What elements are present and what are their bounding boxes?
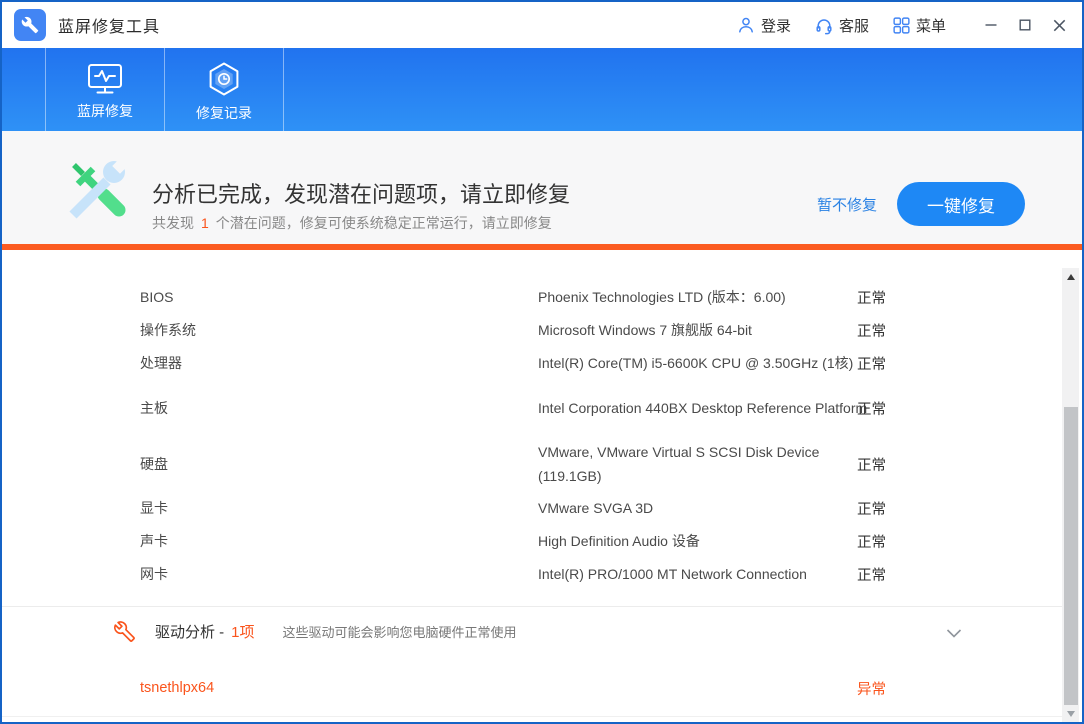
orange-divider [2,244,1082,250]
status-badge: 正常 [857,353,886,374]
driver-analysis-title: 驱动分析 - [155,621,224,642]
hardware-label: BIOS [140,289,538,305]
hardware-row-gpu: 显卡 VMware SVGA 3D 正常 [140,494,902,522]
menu-label: 菜单 [916,15,946,36]
issue-count: 1 [201,215,209,231]
hardware-value: Intel Corporation 440BX Desktop Referenc… [538,396,873,420]
hardware-value: VMware, VMware Virtual S SCSI Disk Devic… [538,440,873,488]
tab-label: 蓝屏修复 [77,103,133,119]
status-badge: 正常 [857,531,886,552]
one-click-fix-button[interactable]: 一键修复 [897,182,1025,226]
hardware-row-bios: BIOS Phoenix Technologies LTD (版本：6.00) … [140,283,902,311]
status-badge: 正常 [857,398,886,419]
close-button[interactable] [1052,18,1066,32]
hardware-value: Microsoft Windows 7 旗舰版 64-bit [538,318,873,342]
window-controls [984,18,1066,32]
maximize-button[interactable] [1018,18,1032,32]
hardware-row-disk: 硬盘 VMware, VMware Virtual S SCSI Disk De… [140,438,902,490]
support-label: 客服 [839,15,869,36]
scroll-up-arrow-icon[interactable] [1062,268,1079,285]
close-icon [1053,19,1066,32]
section-divider [2,606,1062,607]
minimize-button[interactable] [984,18,998,32]
driver-name: tsnethlpx64 [140,680,214,696]
hardware-value: VMware SVGA 3D [538,496,873,520]
monitor-pulse-icon [87,63,123,95]
hardware-row-audio: 声卡 High Definition Audio 设备 正常 [140,527,902,555]
subtitle-prefix: 共发现 [152,215,194,231]
login-button[interactable]: 登录 [737,15,791,36]
hardware-label: 声卡 [140,531,538,551]
scroll-down-arrow-icon[interactable] [1062,705,1079,722]
status-badge: 正常 [857,287,886,308]
scrollbar-thumb[interactable] [1064,407,1078,705]
status-badge: 正常 [857,320,886,341]
vertical-scrollbar[interactable] [1062,268,1079,722]
driver-item-row: tsnethlpx64 异常 [140,676,902,700]
hardware-row-motherboard: 主板 Intel Corporation 440BX Desktop Refer… [140,382,902,434]
tab-label: 修复记录 [196,105,252,121]
app-window: 蓝屏修复工具 登录 [0,0,1084,724]
support-button[interactable]: 客服 [815,15,869,36]
banner-subtitle: 共发现 1 个潜在问题，修复可使系统稳定正常运行，请立即修复 [152,213,552,233]
maximize-icon [1019,19,1031,31]
hardware-row-network: 网卡 Intel(R) PRO/1000 MT Network Connecti… [140,560,902,588]
driver-analysis-description: 这些驱动可能会影响您电脑硬件正常使用 [283,622,517,641]
tools-icon [60,157,136,233]
status-badge: 正常 [857,564,886,585]
app-logo-icon [14,9,46,41]
headset-icon [815,16,833,35]
row-divider [2,716,1062,717]
hardware-label: 网卡 [140,564,538,584]
app-title: 蓝屏修复工具 [58,13,160,37]
banner-title: 分析已完成，发现潜在问题项，请立即修复 [152,177,570,209]
hardware-row-cpu: 处理器 Intel(R) Core(TM) i5-6600K CPU @ 3.5… [140,349,902,377]
person-icon [737,16,755,34]
hardware-label: 硬盘 [140,454,538,474]
driver-analysis-header: 驱动分析 - 1项 这些驱动可能会影响您电脑硬件正常使用 [114,614,517,648]
hexagon-clock-icon [206,61,242,97]
title-bar: 蓝屏修复工具 登录 [2,2,1082,48]
hardware-label: 显卡 [140,498,538,518]
wrench-icon [21,16,39,34]
login-label: 登录 [761,15,791,36]
status-badge: 正常 [857,454,886,475]
status-badge: 正常 [857,498,886,519]
driver-issue-count: 1项 [231,621,254,642]
chevron-down-icon [946,629,962,638]
hardware-label: 处理器 [140,353,538,373]
hardware-value: High Definition Audio 设备 [538,529,873,553]
collapse-toggle[interactable] [946,625,962,643]
tab-repair-history[interactable]: 修复记录 [165,48,284,133]
hardware-label: 操作系统 [140,320,538,340]
subtitle-suffix: 个潜在问题，修复可使系统稳定正常运行，请立即修复 [216,215,552,231]
nav-bar: 蓝屏修复 修复记录 [2,48,1082,133]
result-banner: 分析已完成，发现潜在问题项，请立即修复 共发现 1 个潜在问题，修复可使系统稳定正常… [2,131,1082,244]
hardware-value: Intel(R) PRO/1000 MT Network Connection [538,562,873,586]
minimize-icon [985,19,997,31]
tab-bluescreen-repair[interactable]: 蓝屏修复 [45,48,165,133]
hardware-row-os: 操作系统 Microsoft Windows 7 旗舰版 64-bit 正常 [140,316,902,344]
hardware-label: 主板 [140,398,538,418]
hardware-value: Intel(R) Core(TM) i5-6600K CPU @ 3.50GHz… [538,351,873,375]
skip-repair-link[interactable]: 暂不修复 [817,194,877,215]
menu-button[interactable]: 菜单 [893,15,946,36]
titlebar-actions: 登录 客服 [737,15,1066,36]
hardware-value: Phoenix Technologies LTD (版本：6.00) [538,285,873,309]
driver-wrench-icon [114,621,135,642]
grid-menu-icon [893,17,910,34]
driver-status-badge: 异常 [857,678,886,699]
